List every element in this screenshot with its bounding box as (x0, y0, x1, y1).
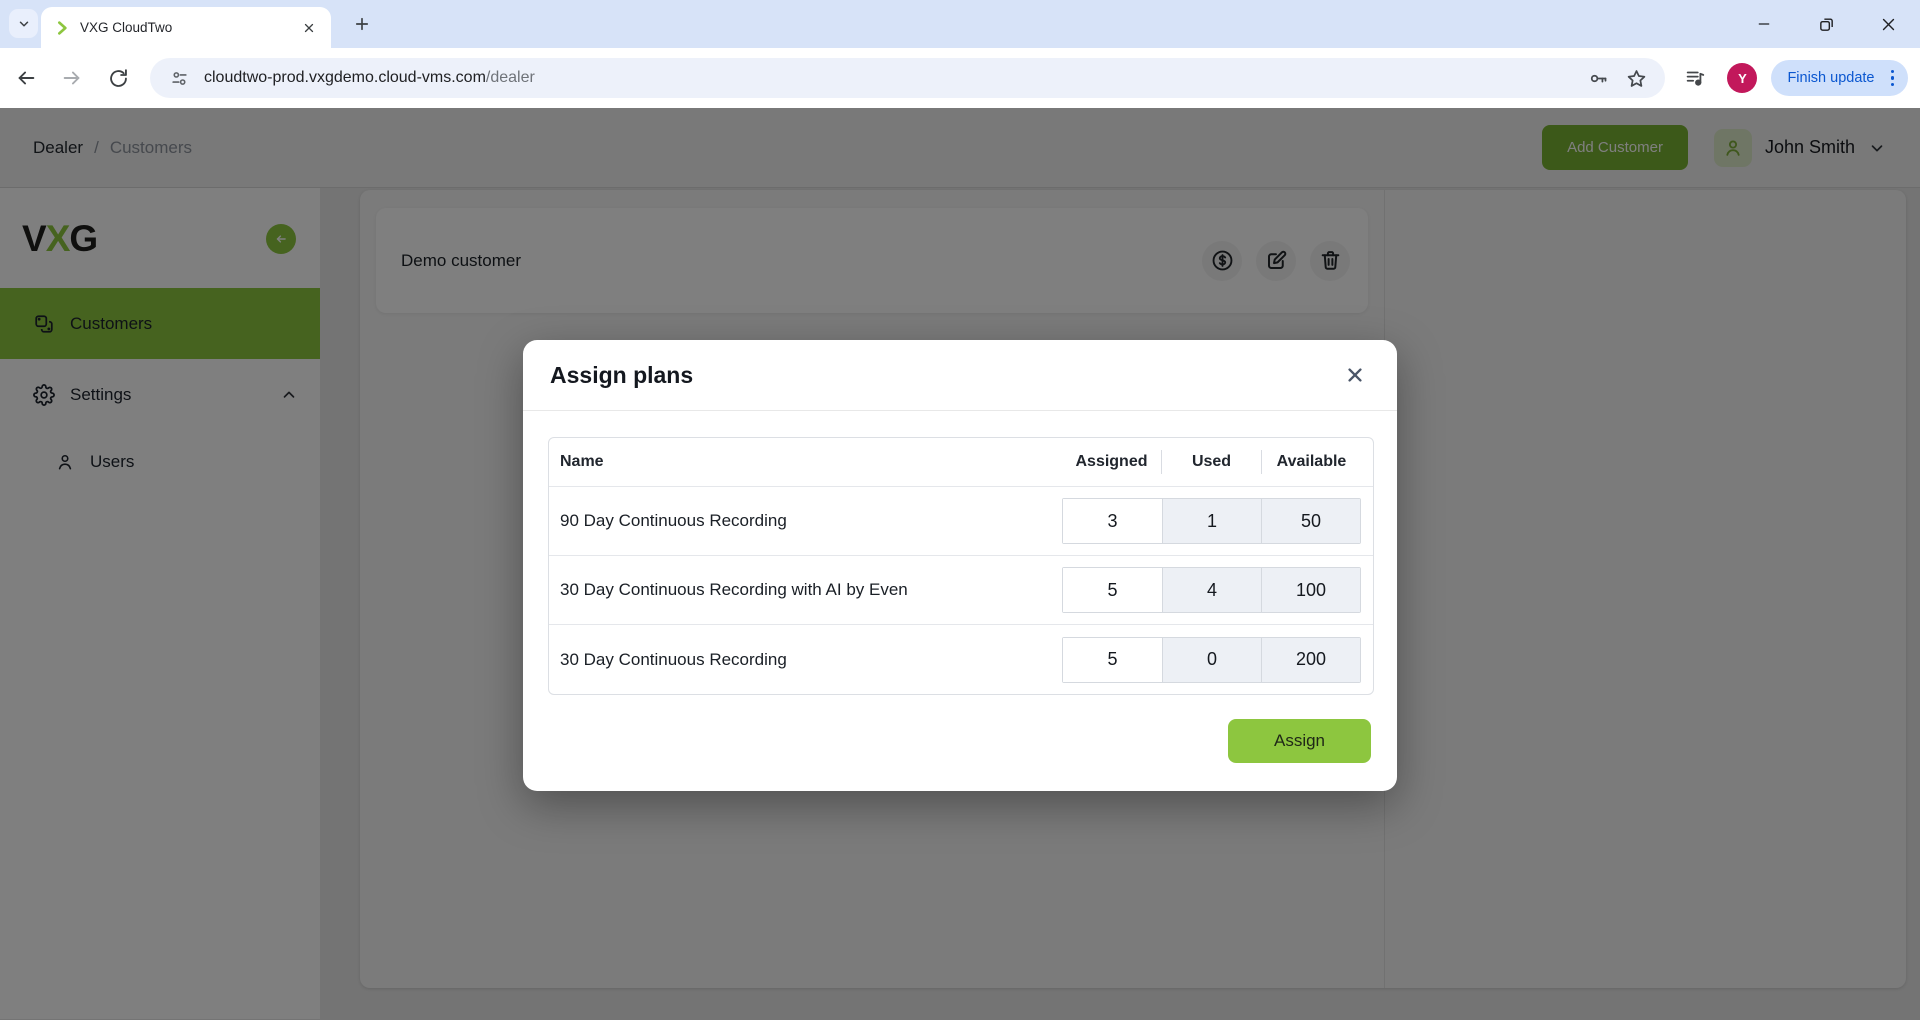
used-value: 4 (1162, 568, 1261, 612)
url-path: /dealer (486, 69, 535, 86)
url-host: cloudtwo-prod.vxgdemo.cloud-vms.com (204, 69, 486, 86)
used-value: 0 (1162, 638, 1261, 682)
assigned-input[interactable] (1063, 638, 1162, 682)
plan-row: 30 Day Continuous Recording with AI by E… (549, 556, 1373, 625)
window-controls (1748, 8, 1904, 40)
plan-values: 4 100 (1062, 567, 1361, 613)
plan-name: 90 Day Continuous Recording (549, 511, 1062, 531)
plan-values: 1 50 (1062, 498, 1361, 544)
bookmark-star-icon[interactable] (1623, 65, 1649, 91)
modal-header: Assign plans (523, 340, 1397, 411)
forward-icon[interactable] (52, 58, 92, 98)
url-text: cloudtwo-prod.vxgdemo.cloud-vms.com/deal… (204, 69, 535, 87)
available-value: 50 (1261, 499, 1360, 543)
close-window-icon[interactable] (1872, 8, 1904, 40)
plans-table-header: Name Assigned Used Available (549, 438, 1373, 487)
finish-update-button[interactable]: Finish update (1771, 60, 1908, 96)
available-value: 200 (1261, 638, 1360, 682)
used-value: 1 (1162, 499, 1261, 543)
assigned-input[interactable] (1063, 499, 1162, 543)
tab-strip: VXG CloudTwo (0, 0, 1920, 48)
plan-name: 30 Day Continuous Recording (549, 650, 1062, 670)
browser-toolbar: cloudtwo-prod.vxgdemo.cloud-vms.com/deal… (0, 48, 1920, 108)
available-value: 100 (1261, 568, 1360, 612)
media-controls-icon[interactable] (1677, 60, 1713, 96)
plans-table: Name Assigned Used Available 90 Day Cont… (548, 437, 1374, 695)
plus-icon (353, 15, 371, 33)
assigned-input[interactable] (1063, 568, 1162, 612)
modal-title: Assign plans (550, 362, 693, 389)
tab-search-button[interactable] (9, 9, 38, 38)
vxg-favicon-icon (54, 20, 70, 36)
chevron-down-icon (17, 17, 31, 31)
plan-row: 30 Day Continuous Recording 0 200 (549, 625, 1373, 694)
browser-window: VXG CloudTwo (0, 0, 1920, 1020)
column-header-name: Name (549, 453, 1062, 471)
browser-menu-kebab-icon[interactable] (1887, 66, 1899, 91)
browser-tab-active[interactable]: VXG CloudTwo (41, 7, 331, 48)
refresh-icon[interactable] (98, 58, 138, 98)
column-header-assigned: Assigned (1062, 453, 1161, 471)
new-tab-button[interactable] (350, 12, 374, 36)
plan-row: 90 Day Continuous Recording 1 50 (549, 487, 1373, 556)
tab-close-icon[interactable] (297, 16, 321, 40)
back-icon[interactable] (6, 58, 46, 98)
column-header-used: Used (1162, 453, 1261, 471)
password-key-icon[interactable] (1585, 65, 1611, 91)
minimize-icon[interactable] (1748, 8, 1780, 40)
assign-plans-modal: Assign plans Name Assigned Used Availab (523, 340, 1397, 791)
close-icon (1345, 365, 1365, 385)
column-header-available: Available (1262, 453, 1361, 471)
assign-button[interactable]: Assign (1228, 719, 1371, 763)
finish-update-label: Finish update (1787, 70, 1874, 86)
modal-footer: Assign (523, 719, 1397, 791)
plan-name: 30 Day Continuous Recording with AI by E… (549, 580, 1062, 600)
page-viewport: Dealer / Customers Add Customer John Smi… (0, 108, 1920, 1020)
tab-title: VXG CloudTwo (80, 20, 287, 35)
modal-body: Name Assigned Used Available 90 Day Cont… (523, 411, 1397, 695)
plan-values: 0 200 (1062, 637, 1361, 683)
address-bar[interactable]: cloudtwo-prod.vxgdemo.cloud-vms.com/deal… (150, 58, 1665, 98)
browser-profile-avatar[interactable]: Y (1727, 63, 1757, 93)
restore-icon[interactable] (1810, 8, 1842, 40)
modal-close-button[interactable] (1340, 360, 1370, 390)
site-settings-icon[interactable] (166, 65, 192, 91)
